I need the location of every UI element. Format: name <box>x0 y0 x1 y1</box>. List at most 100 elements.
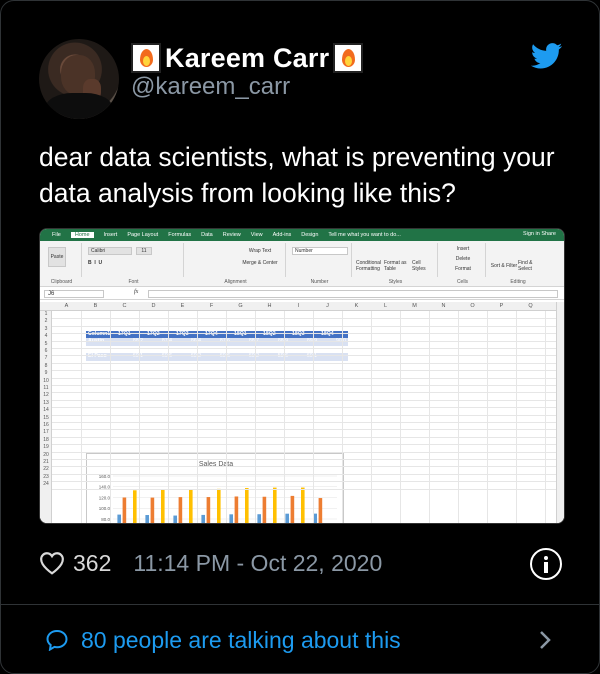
avatar[interactable] <box>39 39 119 119</box>
gridline-horizontal <box>52 318 564 320</box>
bar <box>178 497 183 523</box>
gridline-horizontal <box>52 348 564 349</box>
format-as-table-button: Format as Table <box>384 260 410 272</box>
table-cell: 119.0 <box>319 346 348 353</box>
table-cell: 18Q2 <box>261 331 290 338</box>
conversation-link[interactable]: 80 people are talking about this <box>45 623 401 657</box>
bar <box>206 497 211 523</box>
gridline-horizontal <box>52 444 564 446</box>
excel-tab: Review <box>222 232 241 238</box>
gridline-horizontal <box>52 385 564 386</box>
gridline-vertical <box>458 311 459 523</box>
tweet-image-excel-screenshot[interactable]: File Home Insert Page Layout Formulas Data Rev… <box>39 228 565 524</box>
bar <box>318 498 323 523</box>
column-header: J <box>326 303 329 309</box>
gridline-horizontal <box>52 436 564 438</box>
table-cell: 60.6 <box>203 353 232 360</box>
row-header: 12 <box>43 392 49 399</box>
talking-label: 80 people are talking about this <box>81 626 401 653</box>
gridline-horizontal <box>52 481 564 483</box>
like-count[interactable]: 362 <box>73 550 111 577</box>
gridline-horizontal <box>52 414 564 416</box>
bar <box>301 487 305 523</box>
table-row: Austin88.287.486.487.688.788.989.990.0 <box>86 338 348 346</box>
bar <box>145 515 149 523</box>
excel-tab: Add-ins <box>272 232 292 238</box>
row-header: 14 <box>43 407 49 414</box>
table-cell: 87.6 <box>203 338 232 345</box>
ribbon-group-label: Styles <box>388 279 403 285</box>
display-name-row[interactable]: Kareem Carr <box>131 41 364 75</box>
row-header: 17 <box>43 429 49 436</box>
ribbon-group-label: Editing <box>510 279 526 285</box>
number-format-select: Number <box>292 247 348 255</box>
row-header: 23 <box>43 473 49 480</box>
gridline-horizontal <box>52 459 564 460</box>
tweet-timestamp[interactable]: 11:14 PM - Oct 22, 2020 <box>133 550 382 577</box>
table-cell: Austin <box>86 338 116 345</box>
display-name[interactable]: Kareem Carr <box>163 43 331 74</box>
gridline-vertical <box>342 311 343 523</box>
bar <box>133 490 137 523</box>
bar <box>161 489 165 523</box>
table-cell: 17Q2 <box>145 331 174 338</box>
table-cell: 86.4 <box>174 338 203 345</box>
column-header: A <box>64 303 69 309</box>
excel-tab: Data <box>201 232 213 238</box>
y-tick-label: 120.0 <box>99 495 111 500</box>
ribbon-group-label: Clipboard <box>50 279 73 285</box>
gridline-vertical <box>400 311 401 523</box>
conditional-formatting-button: Conditional Formatting <box>356 260 384 272</box>
gridline-horizontal <box>52 399 564 401</box>
excel-ribbon: Paste Clipboard Calibri 11 B I U Font Wr… <box>40 241 564 287</box>
font-size-select: 11 <box>136 247 152 255</box>
table-cell: 88.9 <box>261 338 290 345</box>
gridline-vertical <box>487 311 488 523</box>
bar <box>173 515 177 523</box>
gridline-horizontal <box>52 340 564 342</box>
table-cell: 18Q4 <box>319 331 348 338</box>
bar <box>229 514 233 523</box>
gridline-vertical <box>226 311 227 523</box>
table-cell: 88.7 <box>232 338 261 345</box>
table-cell: 60.6 <box>145 353 174 360</box>
table-cell: 60.2 <box>232 353 261 360</box>
row-header: 5 <box>44 340 48 347</box>
tweet-actions: 362 11:14 PM - Oct 22, 2020 <box>39 546 382 580</box>
gridline-vertical <box>110 311 111 523</box>
row-header: 11 <box>43 385 49 391</box>
bar <box>122 497 127 523</box>
excel-tab: Tell me what you want to do... <box>328 232 401 238</box>
heart-icon[interactable] <box>39 551 65 575</box>
row-header: 3 <box>44 325 48 332</box>
row-header: 18 <box>43 436 49 443</box>
insert-cells-button: Insert <box>444 245 482 253</box>
info-icon[interactable] <box>530 548 562 580</box>
table-header-row: Column117Q117Q217Q317Q418Q118Q218Q318Q4 <box>86 331 348 339</box>
ribbon-group-styles: Conditional Formatting Format as Table C… <box>354 243 438 285</box>
table-cell: 123.0 <box>290 346 319 353</box>
excel-sign-in: Sign in Share <box>522 231 556 237</box>
bar <box>245 487 249 523</box>
table-cell: 134.5 <box>145 361 174 368</box>
find-select-button: Find & Select <box>518 260 546 272</box>
ribbon-group-cells: Insert Delete Format Cells <box>440 243 486 285</box>
bar <box>290 495 295 523</box>
gridline-vertical <box>371 311 372 523</box>
twitter-bird-icon[interactable] <box>531 43 563 69</box>
table-cell: 17Q3 <box>174 331 203 338</box>
gridline-horizontal <box>52 488 564 490</box>
gridline-horizontal <box>52 473 564 475</box>
column-header: Q <box>528 303 533 309</box>
fire-emoji-icon <box>131 43 161 73</box>
column-headers: A B C D E F G H I J K L M N O P Q <box>40 302 564 311</box>
bar <box>262 496 267 523</box>
user-handle[interactable]: @kareem_carr <box>131 73 290 101</box>
chevron-right-icon[interactable] <box>538 629 552 651</box>
table-cell: 18Q1 <box>232 331 261 338</box>
column-header: C <box>122 303 127 309</box>
table-cell: 133.4 <box>116 361 145 368</box>
column-header: E <box>180 303 185 309</box>
table-cell: 17Q4 <box>203 331 232 338</box>
bar <box>117 514 121 523</box>
